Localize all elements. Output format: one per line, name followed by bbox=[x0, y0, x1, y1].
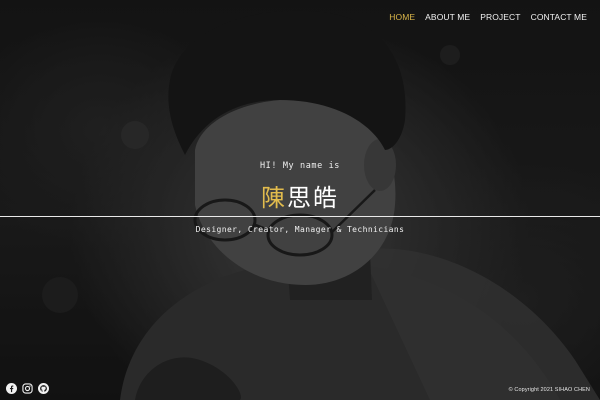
hero-tagline: Designer, Creator, Manager & Technicians bbox=[195, 225, 405, 234]
social-links bbox=[6, 383, 49, 394]
hero-name-rest: 思皓 bbox=[287, 184, 339, 212]
github-icon[interactable] bbox=[38, 383, 49, 394]
nav-about-me[interactable]: ABOUT ME bbox=[425, 12, 470, 22]
hero-section: HOME ABOUT ME PROJECT CONTACT ME HI! My … bbox=[0, 0, 600, 400]
nav-contact-me[interactable]: CONTACT ME bbox=[531, 12, 587, 22]
instagram-icon[interactable] bbox=[22, 383, 33, 394]
main-nav: HOME ABOUT ME PROJECT CONTACT ME bbox=[389, 12, 587, 22]
hero-greeting: HI! My name is bbox=[259, 161, 341, 171]
hero-divider bbox=[0, 216, 600, 217]
nav-home[interactable]: HOME bbox=[389, 12, 415, 22]
nav-project[interactable]: PROJECT bbox=[480, 12, 520, 22]
hero-name-first: 陳 bbox=[261, 184, 287, 212]
copyright-text: © Copyright 2021 SIHAO CHEN bbox=[508, 387, 590, 393]
facebook-icon[interactable] bbox=[6, 383, 17, 394]
hero-name: 陳思皓 bbox=[0, 178, 600, 213]
